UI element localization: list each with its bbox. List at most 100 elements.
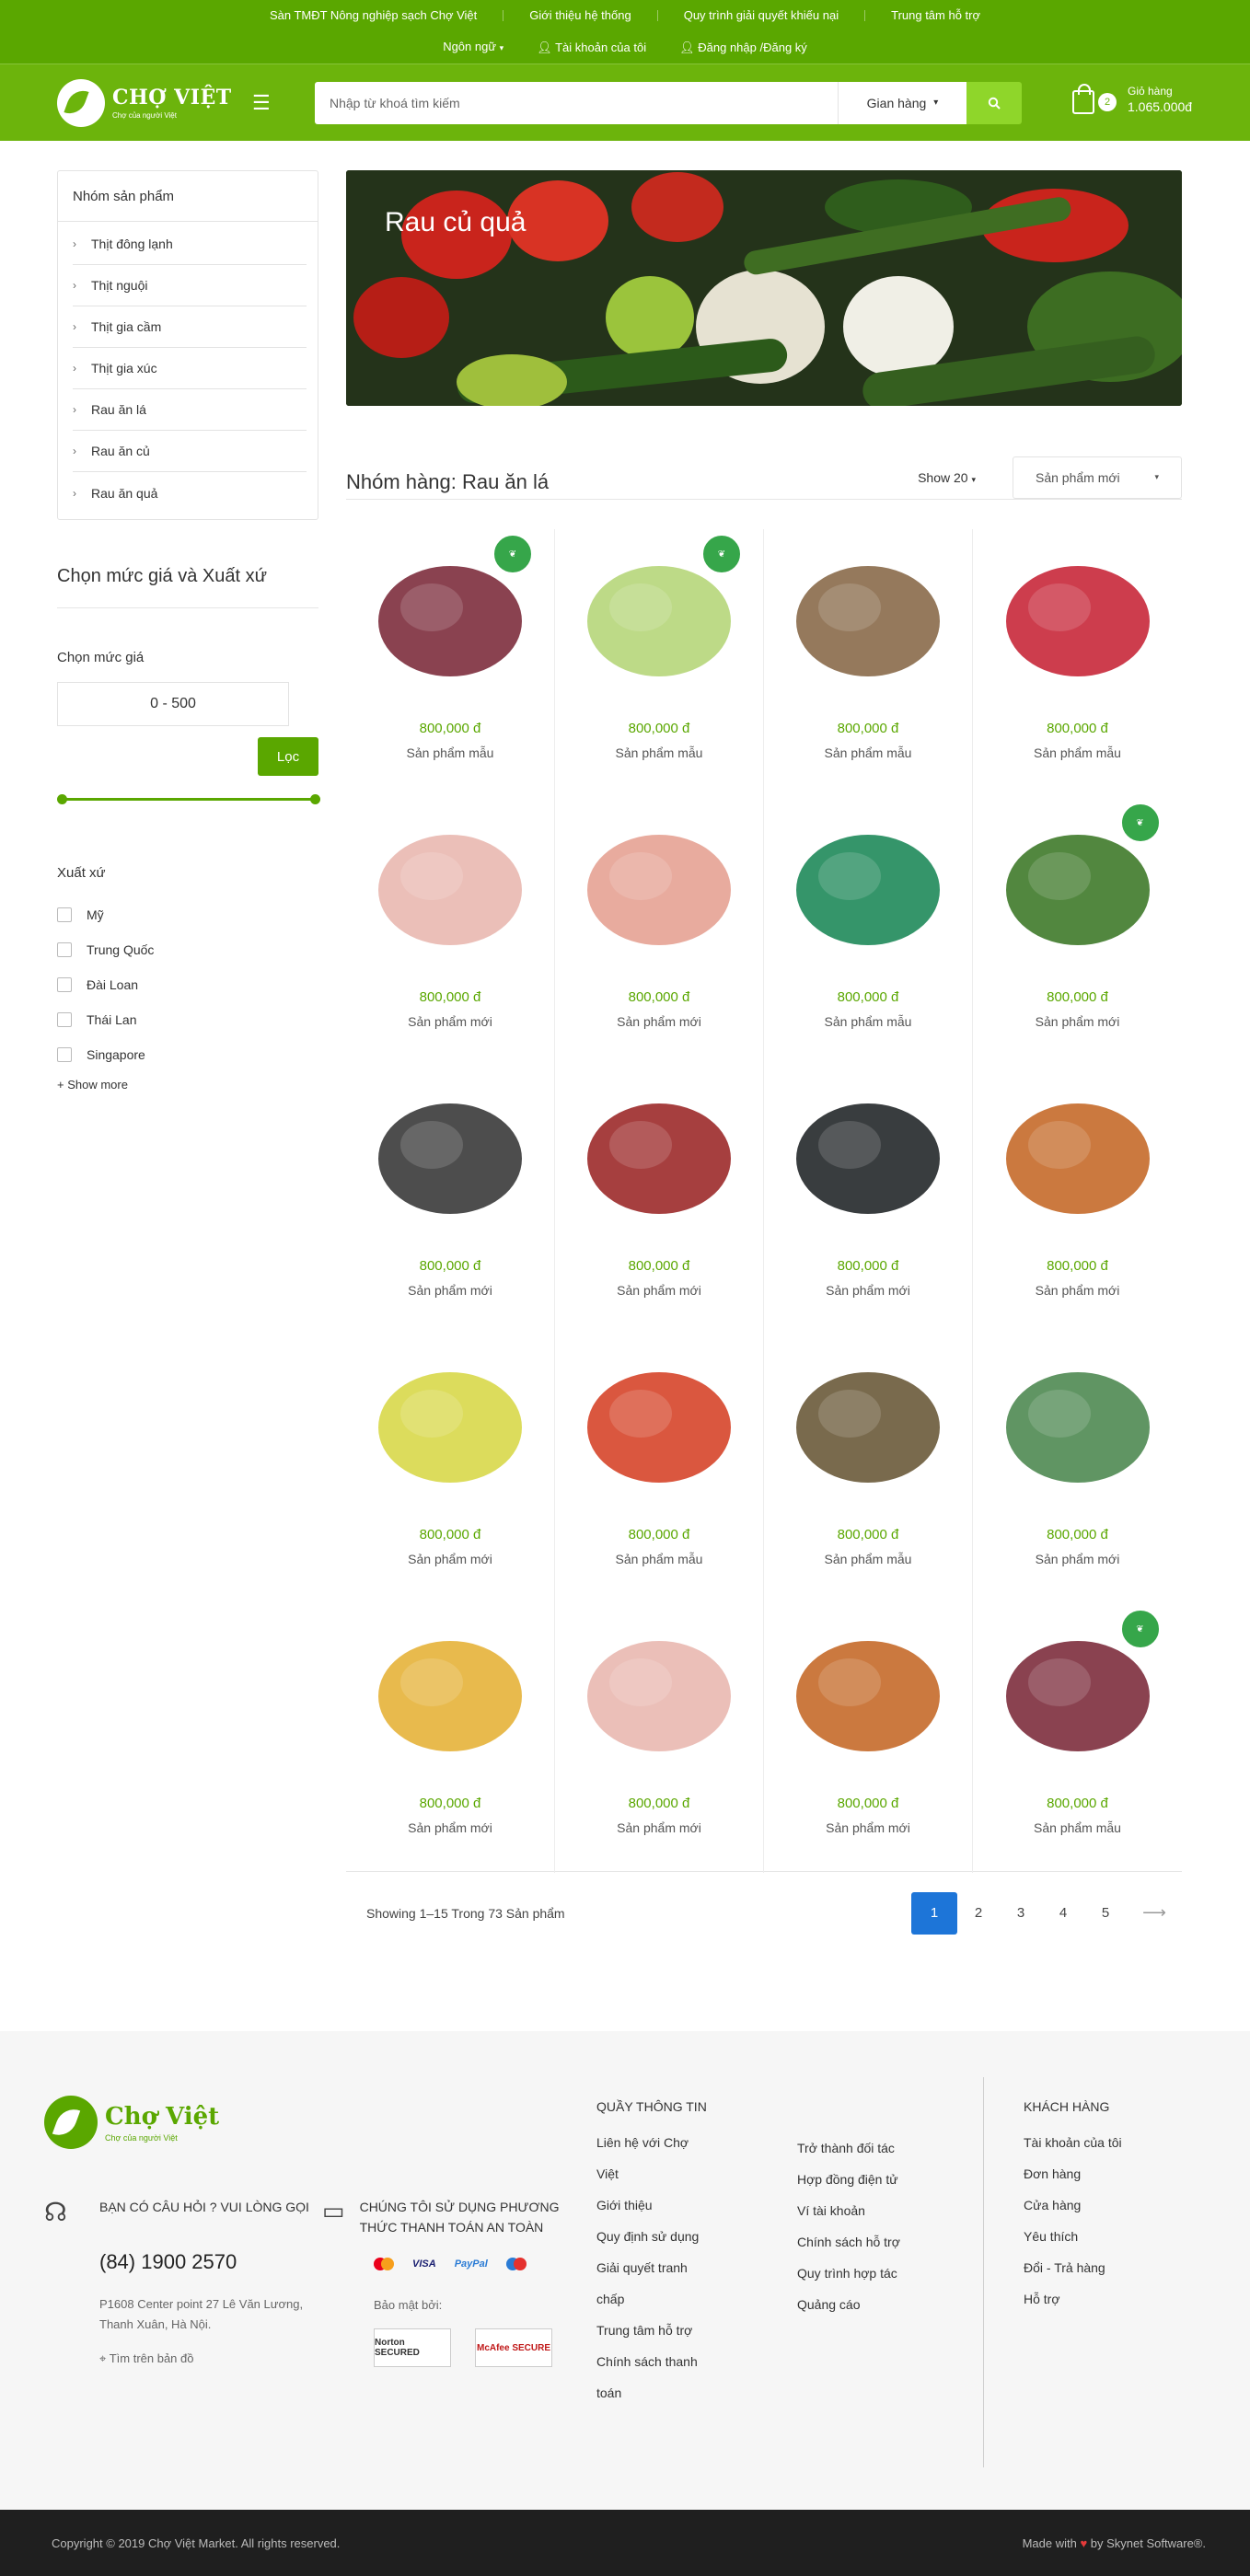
search-button[interactable] [966,81,1022,124]
footer-link[interactable]: Tài khoản của tôi [1024,2127,1143,2158]
product-image[interactable] [572,1335,747,1510]
product-card[interactable]: 800,000 đ Sản phẩm mới [346,798,555,1067]
login-link[interactable]: 👤︎ Đăng nhập /Đăng ký [663,41,824,53]
product-name[interactable]: Sản phẩm mẫu [346,745,554,760]
footer-link[interactable]: Cửa hàng [1024,2189,1143,2221]
footer-link[interactable]: Liên hệ với Chợ Việt [596,2127,707,2189]
product-card[interactable]: ❦ 800,000 đ Sản phẩm mẫu [555,529,764,798]
product-image[interactable] [990,1335,1165,1510]
footer-link[interactable]: Ví tài khoản [797,2195,935,2226]
category-item[interactable]: › Thịt gia cầm [73,306,307,348]
product-card[interactable]: 800,000 đ Sản phẩm mẫu [764,798,973,1067]
product-card[interactable]: ❦ 800,000 đ Sản phẩm mẫu [973,1604,1182,1873]
product-image[interactable] [363,1335,538,1510]
origin-checkbox-item[interactable]: Đài Loan [57,967,318,1002]
product-card[interactable]: 800,000 đ Sản phẩm mới [973,1335,1182,1604]
map-link[interactable]: ⌖ Tìm trên bản đồ [99,2351,311,2366]
footer-link[interactable]: Đơn hàng [1024,2158,1143,2189]
category-item[interactable]: › Thịt đông lạnh [73,224,307,265]
page-button[interactable]: 5 [1084,1892,1127,1935]
checkbox[interactable] [57,942,72,957]
footer-link[interactable]: Quảng cáo [797,2289,935,2320]
product-image[interactable] [781,529,955,704]
product-card[interactable]: 800,000 đ Sản phẩm mới [555,1604,764,1873]
product-name[interactable]: Sản phẩm mới [346,1820,554,1835]
show-more-link[interactable]: + Show more [57,1078,318,1092]
footer-link[interactable]: Chính sách hỗ trợ [797,2226,935,2258]
slider-max-handle[interactable] [310,794,320,804]
footer-link[interactable]: Chính sách thanh toán [596,2346,707,2409]
category-item[interactable]: › Rau ăn quả [73,472,307,514]
product-card[interactable]: ❦ 800,000 đ Sản phẩm mẫu [346,529,555,798]
product-image[interactable] [363,798,538,973]
product-name[interactable]: Sản phẩm mới [973,1014,1182,1029]
footer-link[interactable]: Yêu thích [1024,2221,1143,2252]
footer-link[interactable]: Quy trình hợp tác [797,2258,935,2289]
product-name[interactable]: Sản phẩm mẫu [764,745,972,760]
origin-checkbox-item[interactable]: Thái Lan [57,1002,318,1037]
product-image[interactable] [572,798,747,973]
origin-checkbox-item[interactable]: Trung Quốc [57,932,318,967]
product-image[interactable]: ❦ [572,529,747,704]
product-name[interactable]: Sản phẩm mới [555,1820,763,1835]
footer-link[interactable]: Đổi - Trả hàng [1024,2252,1143,2283]
product-name[interactable]: Sản phẩm mẫu [764,1014,972,1029]
product-image[interactable]: ❦ [990,798,1165,973]
top-link-complaints[interactable]: Quy trình giải quyết khiếu nại [658,9,866,21]
product-name[interactable]: Sản phẩm mẫu [973,1820,1182,1835]
footer-link[interactable]: Giải quyết tranh chấp [596,2252,707,2315]
footer-link[interactable]: Trung tâm hỗ trợ [596,2315,707,2346]
product-name[interactable]: Sản phẩm mới [973,1283,1182,1298]
product-card[interactable]: 800,000 đ Sản phẩm mẫu [764,1335,973,1604]
product-card[interactable]: 800,000 đ Sản phẩm mẫu [555,1335,764,1604]
footer-link[interactable]: Giới thiệu [596,2189,707,2221]
footer-link[interactable]: Quy định sử dụng [596,2221,707,2252]
top-link-support[interactable]: Trung tâm hỗ trợ [865,9,1006,21]
account-link[interactable]: 👤︎ Tài khoản của tôi [520,41,663,53]
top-link-about[interactable]: Giới thiệu hệ thống [503,9,658,21]
product-card[interactable]: 800,000 đ Sản phẩm mới [764,1067,973,1335]
product-image[interactable]: ❦ [363,529,538,704]
product-image[interactable] [990,1067,1165,1242]
product-image[interactable] [781,1604,955,1779]
product-name[interactable]: Sản phẩm mẫu [764,1552,972,1566]
page-button[interactable]: 3 [1000,1892,1042,1935]
product-image[interactable] [572,1604,747,1779]
page-button[interactable]: 1 [911,1891,957,1935]
page-button[interactable]: 2 [957,1892,1000,1935]
product-name[interactable]: Sản phẩm mẫu [973,745,1182,760]
product-name[interactable]: Sản phẩm mới [973,1552,1182,1566]
footer-logo[interactable]: Chợ Việt Chợ của người Việt [44,2096,219,2149]
price-range-field[interactable]: 0 - 500 [57,682,289,726]
product-name[interactable]: Sản phẩm mẫu [555,1552,763,1566]
product-card[interactable]: 800,000 đ Sản phẩm mới [764,1604,973,1873]
price-slider[interactable] [57,794,320,804]
product-image[interactable] [572,1067,747,1242]
footer-link[interactable]: Trở thành đối tác [797,2132,935,2164]
product-card[interactable]: 800,000 đ Sản phẩm mới [555,1067,764,1335]
footer-link[interactable]: Hỗ trợ [1024,2283,1143,2315]
product-card[interactable]: ❦ 800,000 đ Sản phẩm mới [973,798,1182,1067]
category-item[interactable]: › Thịt gia xúc [73,348,307,389]
cart-widget[interactable]: 2 Giỏ hàng 1.065.000đ [1072,84,1192,114]
sort-select[interactable]: Sản phẩm mới ▾ [1013,456,1182,499]
product-image[interactable] [781,1335,955,1510]
product-name[interactable]: Sản phẩm mới [346,1014,554,1029]
product-image[interactable] [363,1067,538,1242]
language-select[interactable]: Ngôn ngữ ▾ [426,40,520,53]
show-count-select[interactable]: Show 20 ▾ [918,470,976,485]
product-name[interactable]: Sản phẩm mới [555,1283,763,1298]
product-name[interactable]: Sản phẩm mới [346,1552,554,1566]
product-image[interactable] [781,798,955,973]
product-image[interactable] [990,529,1165,704]
category-item[interactable]: › Thịt nguội [73,265,307,306]
footer-link[interactable]: Hợp đồng điện tử [797,2164,935,2195]
product-image[interactable]: ❦ [990,1604,1165,1779]
product-name[interactable]: Sản phẩm mới [346,1283,554,1298]
checkbox[interactable] [57,977,72,992]
product-card[interactable]: 800,000 đ Sản phẩm mới [346,1067,555,1335]
search-input[interactable]: Nhập từ khoá tìm kiếm [315,81,838,124]
checkbox[interactable] [57,1012,72,1027]
contact-phone[interactable]: (84) 1900 2570 [99,2250,311,2274]
category-item[interactable]: › Rau ăn củ [73,431,307,472]
